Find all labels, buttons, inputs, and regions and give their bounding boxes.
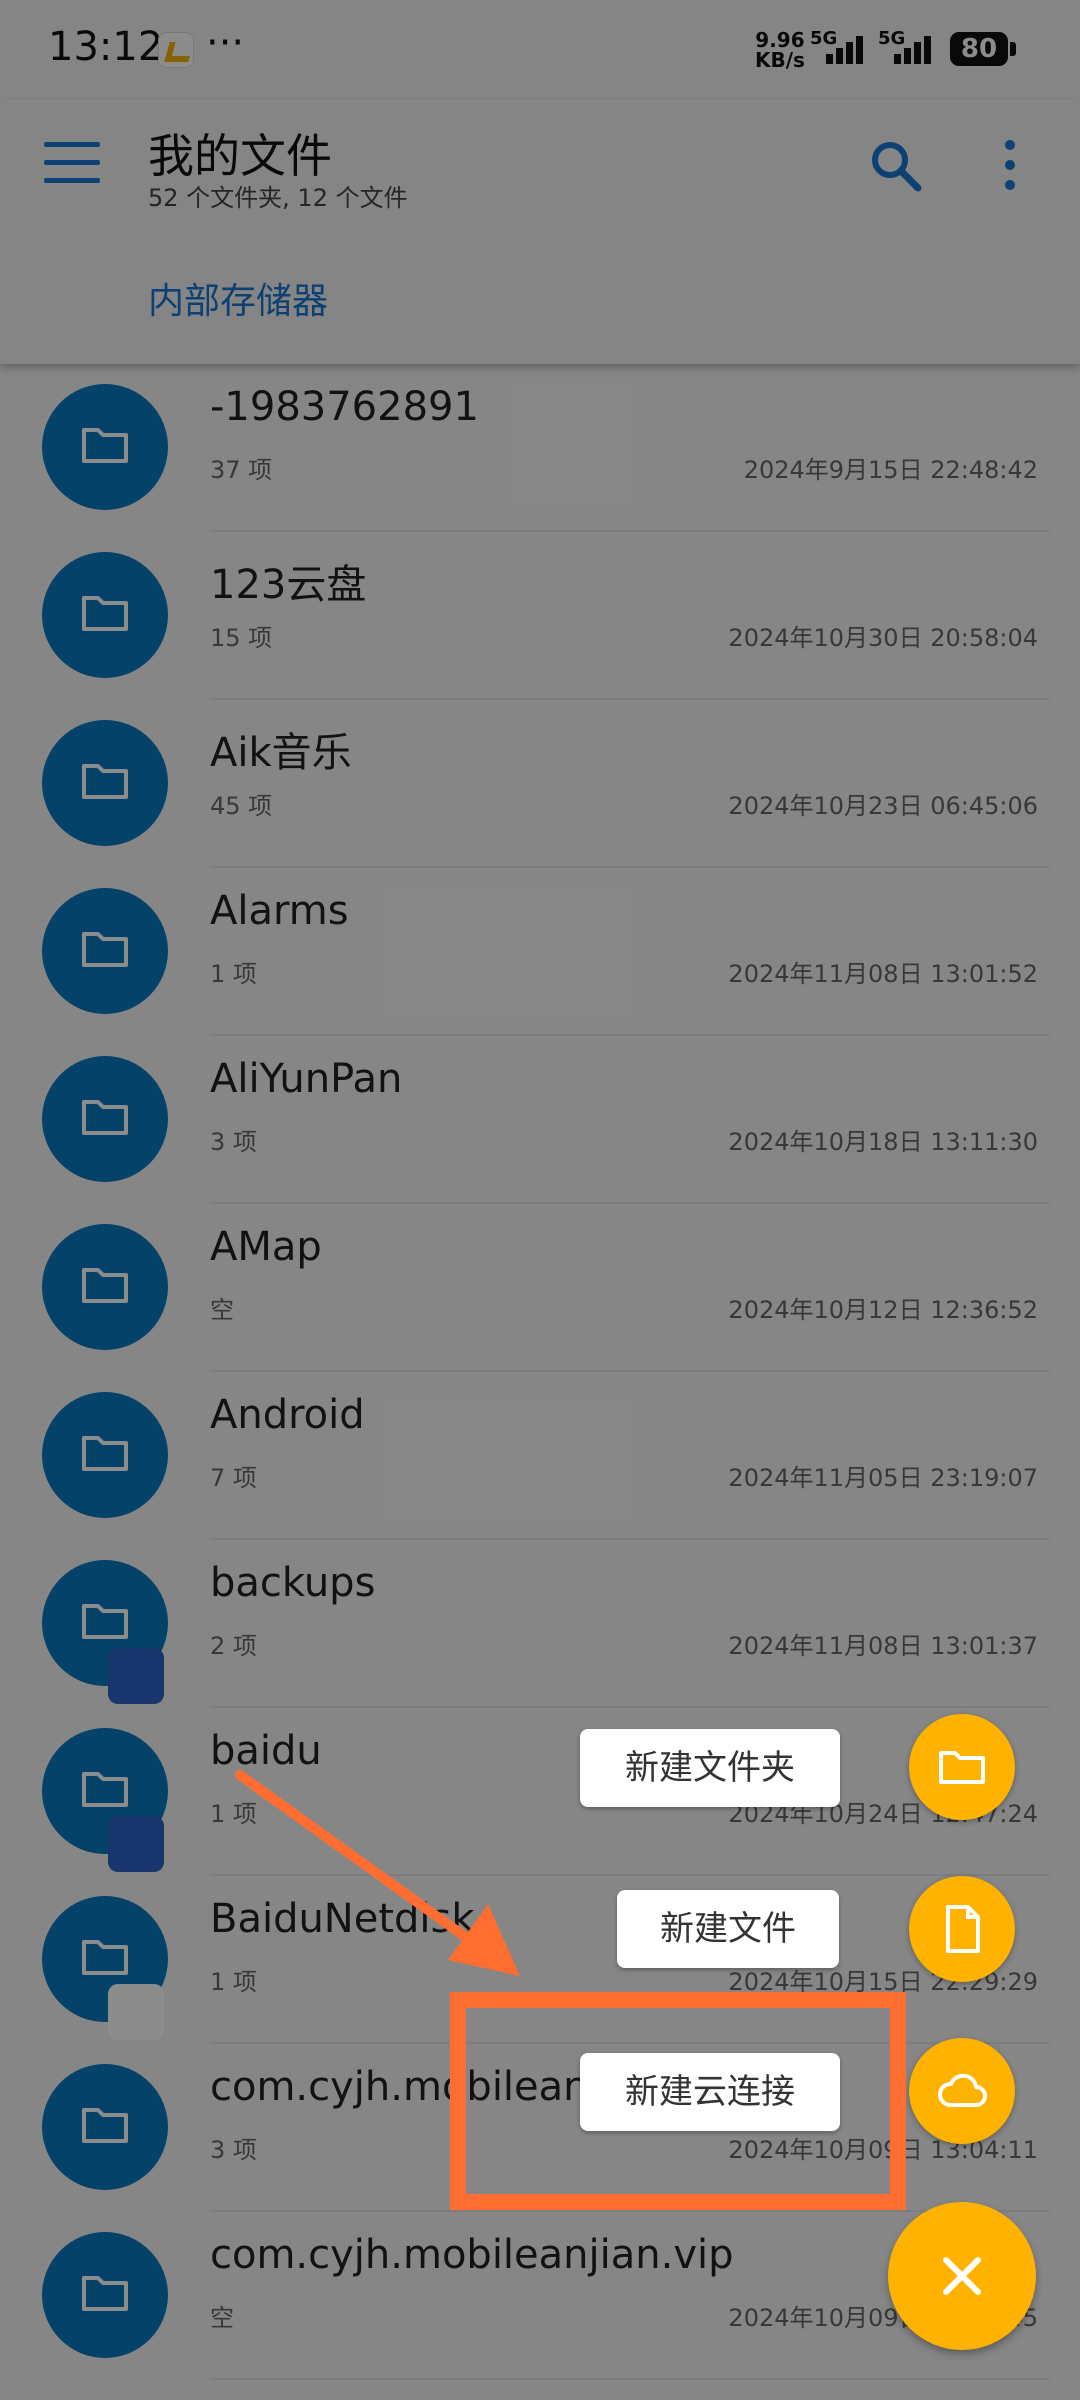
- file-manager-screen: 13:12 ··· 9.96 KB/s 5G 5G 80 我的文件 52 个文件…: [0, 0, 1080, 2400]
- annotation-highlight-box: [450, 1992, 906, 2210]
